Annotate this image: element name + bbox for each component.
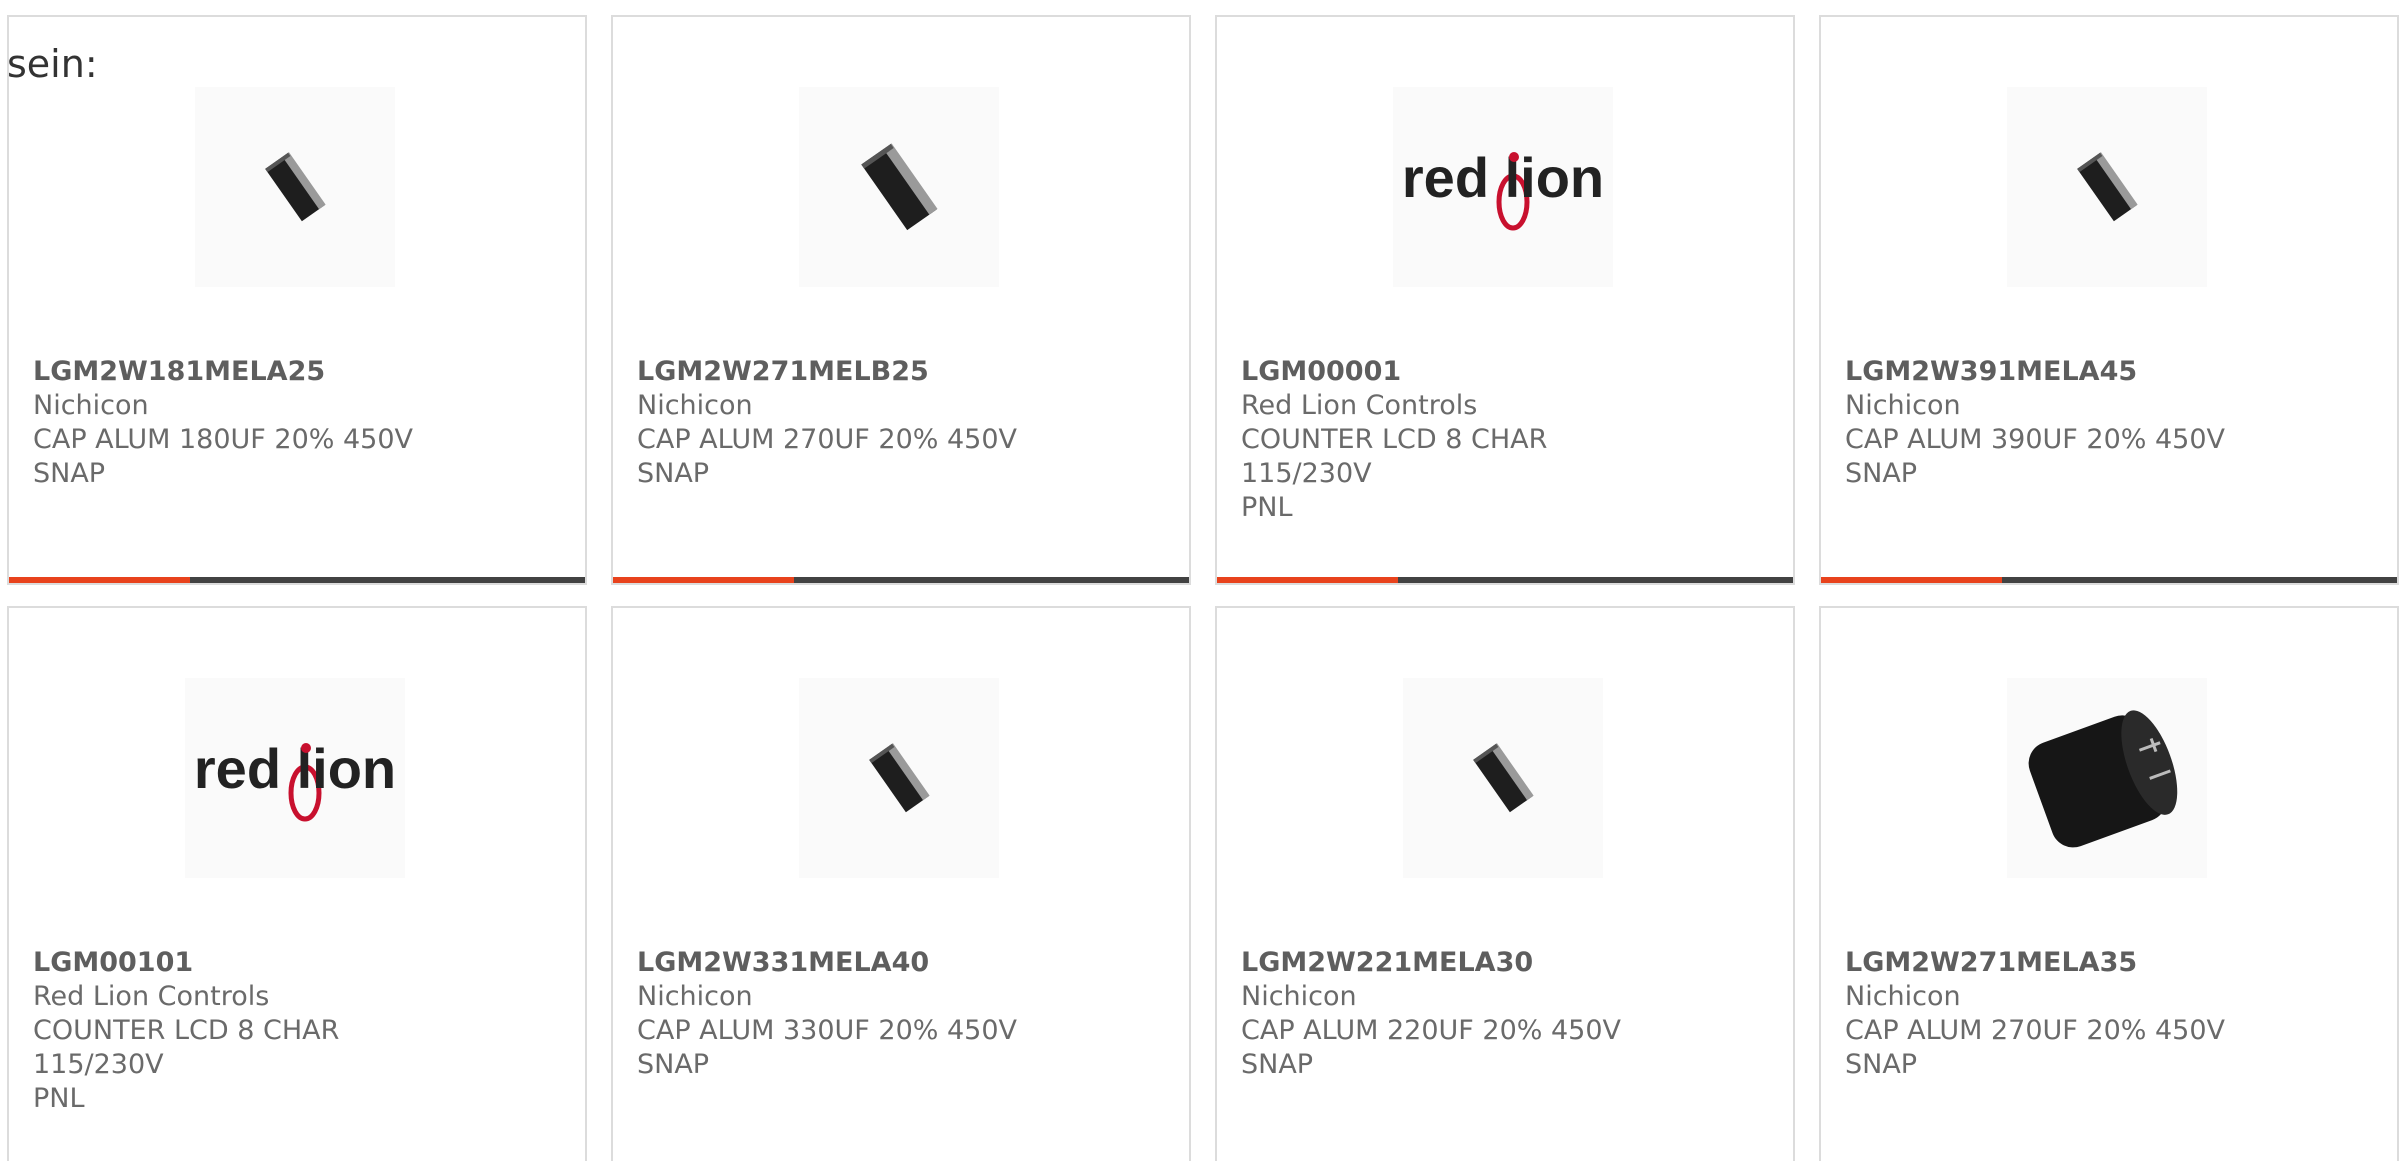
part-number-link[interactable]: LGM2W391MELA45: [1845, 355, 2265, 389]
manufacturer-name: Nichicon: [1845, 981, 1961, 1012]
product-info: LGM2W181MELA25 Nichicon CAP ALUM 180UF 2…: [33, 355, 453, 491]
product-info: LGM00101 Red Lion Controls COUNTER LCD 8…: [33, 946, 453, 1116]
description-line-1: CAP ALUM 330UF 20% 450V: [637, 1015, 1018, 1046]
manufacturer-name: Nichicon: [1241, 981, 1357, 1012]
manufacturer-name: Nichicon: [33, 390, 149, 421]
product-card[interactable]: LGM2W331MELA40 Nichicon CAP ALUM 330UF 2…: [611, 606, 1191, 1161]
product-info: LGM2W271MELB25 Nichicon CAP ALUM 270UF 2…: [637, 355, 1057, 491]
part-number-link[interactable]: LGM00101: [33, 946, 453, 980]
product-card[interactable]: red lion LGM00101 Red Lion Controls COUN…: [7, 606, 587, 1161]
product-card[interactable]: LGM2W391MELA45 Nichicon CAP ALUM 390UF 2…: [1819, 15, 2399, 585]
capacitor-icon: [869, 743, 930, 813]
red-lion-logo: red lion: [1402, 146, 1604, 231]
product-image[interactable]: [2007, 87, 2207, 287]
product-card[interactable]: LGM2W271MELA35 Nichicon CAP ALUM 270UF 2…: [1819, 606, 2399, 1161]
description-line-2: SNAP: [1845, 1049, 1918, 1080]
product-image[interactable]: [799, 87, 999, 287]
red-lion-wordmark: red lion: [194, 737, 396, 800]
product-image[interactable]: [2007, 678, 2207, 878]
product-info: LGM2W331MELA40 Nichicon CAP ALUM 330UF 2…: [637, 946, 1057, 1082]
product-card[interactable]: LGM2W181MELA25 Nichicon CAP ALUM 180UF 2…: [7, 15, 587, 585]
card-progress-bar: [1217, 577, 1793, 583]
intro-text: sein:: [7, 42, 98, 86]
product-image[interactable]: [799, 678, 999, 878]
description-line-2: SNAP: [33, 458, 106, 489]
part-number-link[interactable]: LGM2W271MELB25: [637, 355, 1057, 389]
card-progress-fill: [9, 577, 191, 583]
card-progress-fill: [1821, 577, 2003, 583]
description-line-2: SNAP: [637, 1049, 710, 1080]
product-info: LGM2W221MELA30 Nichicon CAP ALUM 220UF 2…: [1241, 946, 1661, 1082]
red-lion-logo: red lion: [194, 737, 396, 822]
capacitor-icon: [1473, 743, 1534, 813]
product-card[interactable]: LGM2W221MELA30 Nichicon CAP ALUM 220UF 2…: [1215, 606, 1795, 1161]
product-info: LGM2W391MELA45 Nichicon CAP ALUM 390UF 2…: [1845, 355, 2265, 491]
description-line-1: CAP ALUM 390UF 20% 450V: [1845, 424, 2226, 455]
product-card[interactable]: LGM2W271MELB25 Nichicon CAP ALUM 270UF 2…: [611, 15, 1191, 585]
card-progress-bar: [613, 577, 1189, 583]
description-line-1: CAP ALUM 270UF 20% 450V: [1845, 1015, 2226, 1046]
part-number-link[interactable]: LGM00001: [1241, 355, 1661, 389]
product-listing-page: sein: LGM2W181MELA25 Nichicon CAP ALUM 1…: [0, 0, 2400, 1161]
manufacturer-name: Red Lion Controls: [1241, 390, 1478, 421]
red-lion-wordmark: red lion: [1402, 146, 1604, 209]
part-number-link[interactable]: LGM2W181MELA25: [33, 355, 453, 389]
manufacturer-name: Red Lion Controls: [33, 981, 270, 1012]
card-progress-fill: [613, 577, 795, 583]
product-image[interactable]: [1403, 678, 1603, 878]
product-grid: LGM2W181MELA25 Nichicon CAP ALUM 180UF 2…: [7, 15, 2400, 1161]
description-line-2: PNL: [1241, 492, 1293, 523]
product-image[interactable]: [195, 87, 395, 287]
product-image[interactable]: red lion: [1393, 87, 1613, 287]
description-line-1: CAP ALUM 220UF 20% 450V: [1241, 1015, 1622, 1046]
description-line-1: CAP ALUM 270UF 20% 450V: [637, 424, 1018, 455]
product-info: LGM00001 Red Lion Controls COUNTER LCD 8…: [1241, 355, 1661, 525]
description-line-2: SNAP: [1241, 1049, 1314, 1080]
description-line-1: COUNTER LCD 8 CHAR 115/230V: [1241, 424, 1548, 489]
part-number-link[interactable]: LGM2W271MELA35: [1845, 946, 2265, 980]
description-line-2: PNL: [33, 1083, 85, 1114]
part-number-link[interactable]: LGM2W331MELA40: [637, 946, 1057, 980]
manufacturer-name: Nichicon: [637, 390, 753, 421]
capacitor-icon: [265, 152, 326, 222]
capacitor-large-icon: [2028, 710, 2178, 848]
card-progress-fill: [1217, 577, 1399, 583]
product-card[interactable]: red lion LGM00001 Red Lion Controls COUN…: [1215, 15, 1795, 585]
card-progress-bar: [1821, 577, 2397, 583]
description-line-1: COUNTER LCD 8 CHAR 115/230V: [33, 1015, 340, 1080]
capacitor-icon: [2077, 152, 2138, 222]
capacitor-icon: [861, 143, 938, 231]
manufacturer-name: Nichicon: [637, 981, 753, 1012]
card-progress-bar: [9, 577, 585, 583]
description-line-1: CAP ALUM 180UF 20% 450V: [33, 424, 414, 455]
manufacturer-name: Nichicon: [1845, 390, 1961, 421]
part-number-link[interactable]: LGM2W221MELA30: [1241, 946, 1661, 980]
description-line-2: SNAP: [637, 458, 710, 489]
product-image[interactable]: red lion: [185, 678, 405, 878]
product-info: LGM2W271MELA35 Nichicon CAP ALUM 270UF 2…: [1845, 946, 2265, 1082]
description-line-2: SNAP: [1845, 458, 1918, 489]
